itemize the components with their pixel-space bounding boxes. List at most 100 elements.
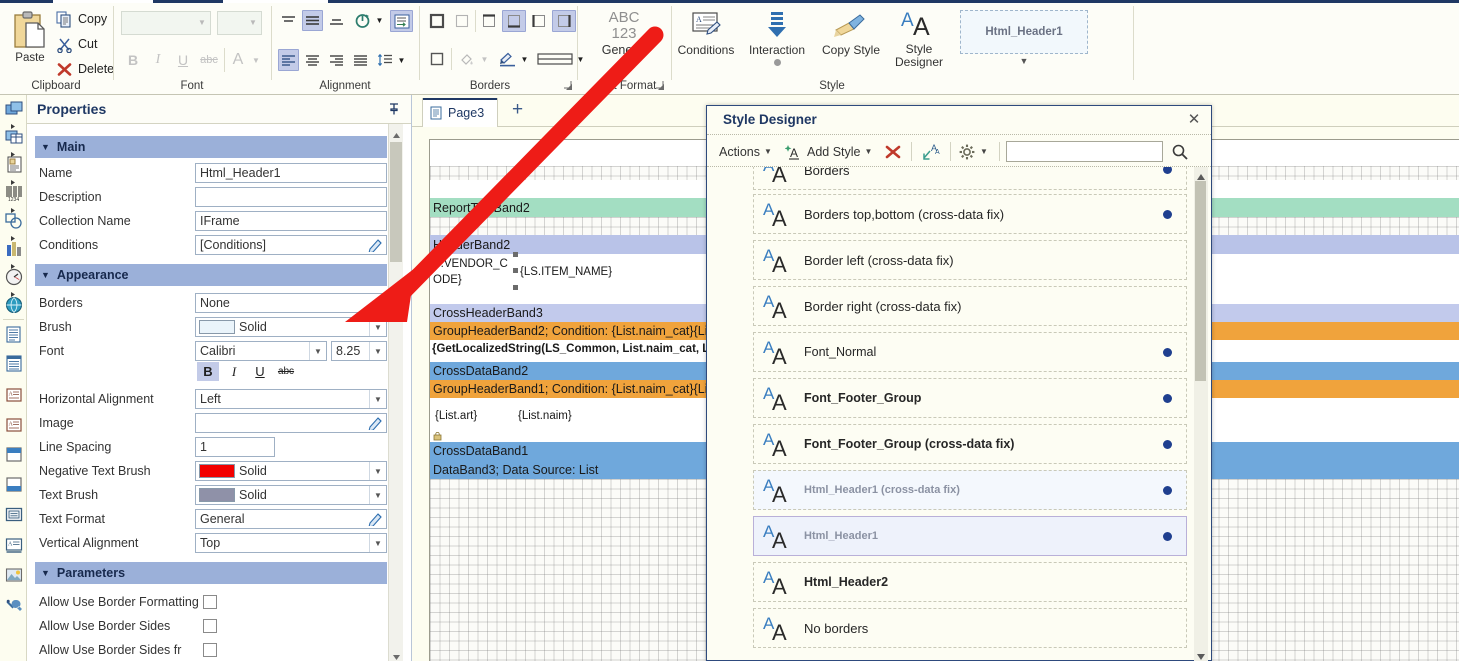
border-outline-button[interactable] [426, 48, 448, 70]
image-icon[interactable] [5, 566, 23, 584]
panel-stack-icon[interactable] [5, 100, 23, 118]
panel-stack-expander[interactable] [9, 119, 18, 129]
interaction-button[interactable]: Interaction [742, 10, 812, 66]
rich-text-expander[interactable] [9, 175, 18, 185]
image-input[interactable] [195, 413, 387, 433]
strikethrough-button[interactable]: abc [197, 49, 221, 71]
table-stack-expander[interactable] [9, 147, 18, 157]
vertical-alignment-select[interactable]: Top ▼ [195, 533, 387, 553]
page-icon[interactable] [5, 326, 23, 344]
negative-text-brush-swatch[interactable] [199, 464, 235, 478]
gauge-icon[interactable] [5, 268, 23, 286]
text-brush-swatch[interactable] [199, 488, 235, 502]
word-wrap-button[interactable] [390, 10, 413, 32]
style-row-borders[interactable]: AA Borders [753, 167, 1187, 190]
pencil-icon[interactable] [368, 415, 385, 432]
properties-section-main[interactable]: ▼ Main [35, 136, 387, 158]
copy-style-button[interactable]: Copy Style [817, 10, 885, 57]
comp-localized-string[interactable]: {GetLocalizedString(LS_Common, List.naim… [432, 343, 709, 355]
close-icon[interactable]: ✕ [1186, 112, 1202, 128]
comp-list-naim[interactable]: {List.naim} [518, 410, 572, 422]
style-row-font-footer-group-cross-data-fix[interactable]: AA Font_Footer_Group (cross-data fix) [753, 424, 1187, 464]
chevron-down-icon[interactable]: ▼ [369, 342, 386, 360]
chevron-down-icon[interactable]: ▼ [369, 486, 386, 504]
comp-vendor-code[interactable]: S.VENDOR_C [433, 258, 508, 270]
border-left-button[interactable] [528, 10, 550, 32]
band-top-icon[interactable] [5, 446, 23, 464]
paste-button[interactable]: Paste [6, 10, 54, 76]
border-right-button[interactable] [552, 10, 576, 32]
pin-icon[interactable] [387, 102, 401, 116]
font-family-input[interactable]: Calibri ▼ [195, 341, 327, 361]
chevron-down-icon[interactable]: ▼ [309, 342, 326, 360]
conditions-button[interactable]: A Conditions [672, 10, 740, 57]
border-bottom-button[interactable] [502, 10, 526, 32]
remove-style-button[interactable] [881, 140, 905, 163]
border-color-dropdown[interactable]: ▼ [518, 48, 531, 70]
comp-vendor-code-2[interactable]: ODE} [433, 274, 462, 286]
border-none-button[interactable] [451, 10, 473, 32]
align-right-button[interactable] [326, 49, 347, 71]
scroll-up-arrow-icon[interactable] [1196, 170, 1206, 180]
properties-scrollbar[interactable] [388, 124, 403, 661]
align-justify-button[interactable] [350, 49, 371, 71]
fill-color-button[interactable] [456, 48, 478, 70]
panel-band-icon[interactable] [5, 506, 23, 524]
brush-color-swatch[interactable] [199, 320, 235, 334]
line-spacing-input[interactable]: 1 [195, 437, 275, 457]
chevron-down-icon[interactable]: ▼ [369, 390, 386, 408]
band-bottom-icon[interactable] [5, 476, 23, 494]
text-rotation-dropdown[interactable]: ▼ [373, 10, 386, 31]
copy-button[interactable]: Copy [56, 8, 107, 30]
properties-scrollbar-thumb[interactable] [390, 142, 402, 262]
style-gallery-dropdown[interactable]: ▼ [960, 56, 1088, 66]
brush-input[interactable]: Solid ▼ [195, 317, 387, 337]
borders-input[interactable]: None [195, 293, 387, 313]
style-designer-button[interactable]: A A Style Designer [888, 8, 950, 69]
border-style-button[interactable] [535, 48, 575, 70]
border-color-button[interactable] [496, 48, 518, 70]
font-color-dropdown[interactable]: ▼ [249, 49, 263, 71]
text-rotation-button[interactable] [352, 10, 373, 31]
current-style-chip[interactable]: Html_Header1 [960, 10, 1088, 54]
table-stack-icon[interactable] [5, 128, 23, 146]
font-bold-toggle[interactable]: B [197, 362, 219, 381]
style-row-html-header2[interactable]: AA Html_Header2 [753, 562, 1187, 602]
style-row-font-normal[interactable]: AA Font_Normal [753, 332, 1187, 372]
bold-button[interactable]: B [122, 49, 144, 71]
scroll-up-arrow-icon[interactable] [392, 128, 401, 138]
delete-button[interactable]: Delete [56, 58, 114, 80]
font-size-input[interactable]: 8.25 ▼ [331, 341, 387, 361]
report-icon[interactable] [5, 355, 23, 373]
chart-expander[interactable] [9, 259, 18, 269]
style-row-html-header1[interactable]: AA Html_Header1 [753, 516, 1187, 556]
style-list[interactable]: AA Borders AA Borders top,bottom (cross-… [707, 167, 1213, 661]
cut-button[interactable]: Cut [56, 33, 97, 55]
add-page-button[interactable]: + [512, 100, 523, 119]
font-strikeout-toggle[interactable]: abc [275, 362, 297, 381]
font-color-button[interactable]: A [228, 49, 248, 71]
shapes-icon[interactable] [5, 212, 23, 230]
pencil-icon[interactable] [368, 511, 385, 528]
text-format-input[interactable]: General [195, 509, 387, 529]
shapes-expander[interactable] [9, 231, 18, 241]
text-band-icon[interactable]: A [5, 536, 23, 554]
scroll-down-arrow-icon[interactable] [1196, 650, 1206, 660]
chevron-down-icon[interactable]: ▼ [369, 318, 386, 336]
properties-section-appearance[interactable]: ▼ Appearance [35, 264, 387, 286]
resize-handle[interactable] [513, 268, 518, 273]
style-row-no-borders[interactable]: AA No borders [753, 608, 1187, 648]
align-center-button[interactable] [302, 49, 323, 71]
copy-style-from-button[interactable]: A A [918, 140, 944, 163]
tab-page3[interactable]: Page3 [422, 98, 498, 127]
name-input[interactable]: Html_Header1 [195, 163, 387, 183]
gauge-expander[interactable] [9, 287, 18, 297]
align-bottom-button[interactable] [326, 10, 347, 31]
line-spacing-dropdown[interactable]: ▼ [395, 49, 408, 71]
search-input[interactable] [1006, 141, 1163, 162]
style-list-scrollbar[interactable] [1194, 167, 1208, 661]
font-underline-toggle[interactable]: U [249, 362, 271, 381]
line-spacing-button[interactable] [374, 49, 395, 71]
collection-name-input[interactable]: IFrame [195, 211, 387, 231]
scroll-down-arrow-icon[interactable] [392, 650, 401, 660]
